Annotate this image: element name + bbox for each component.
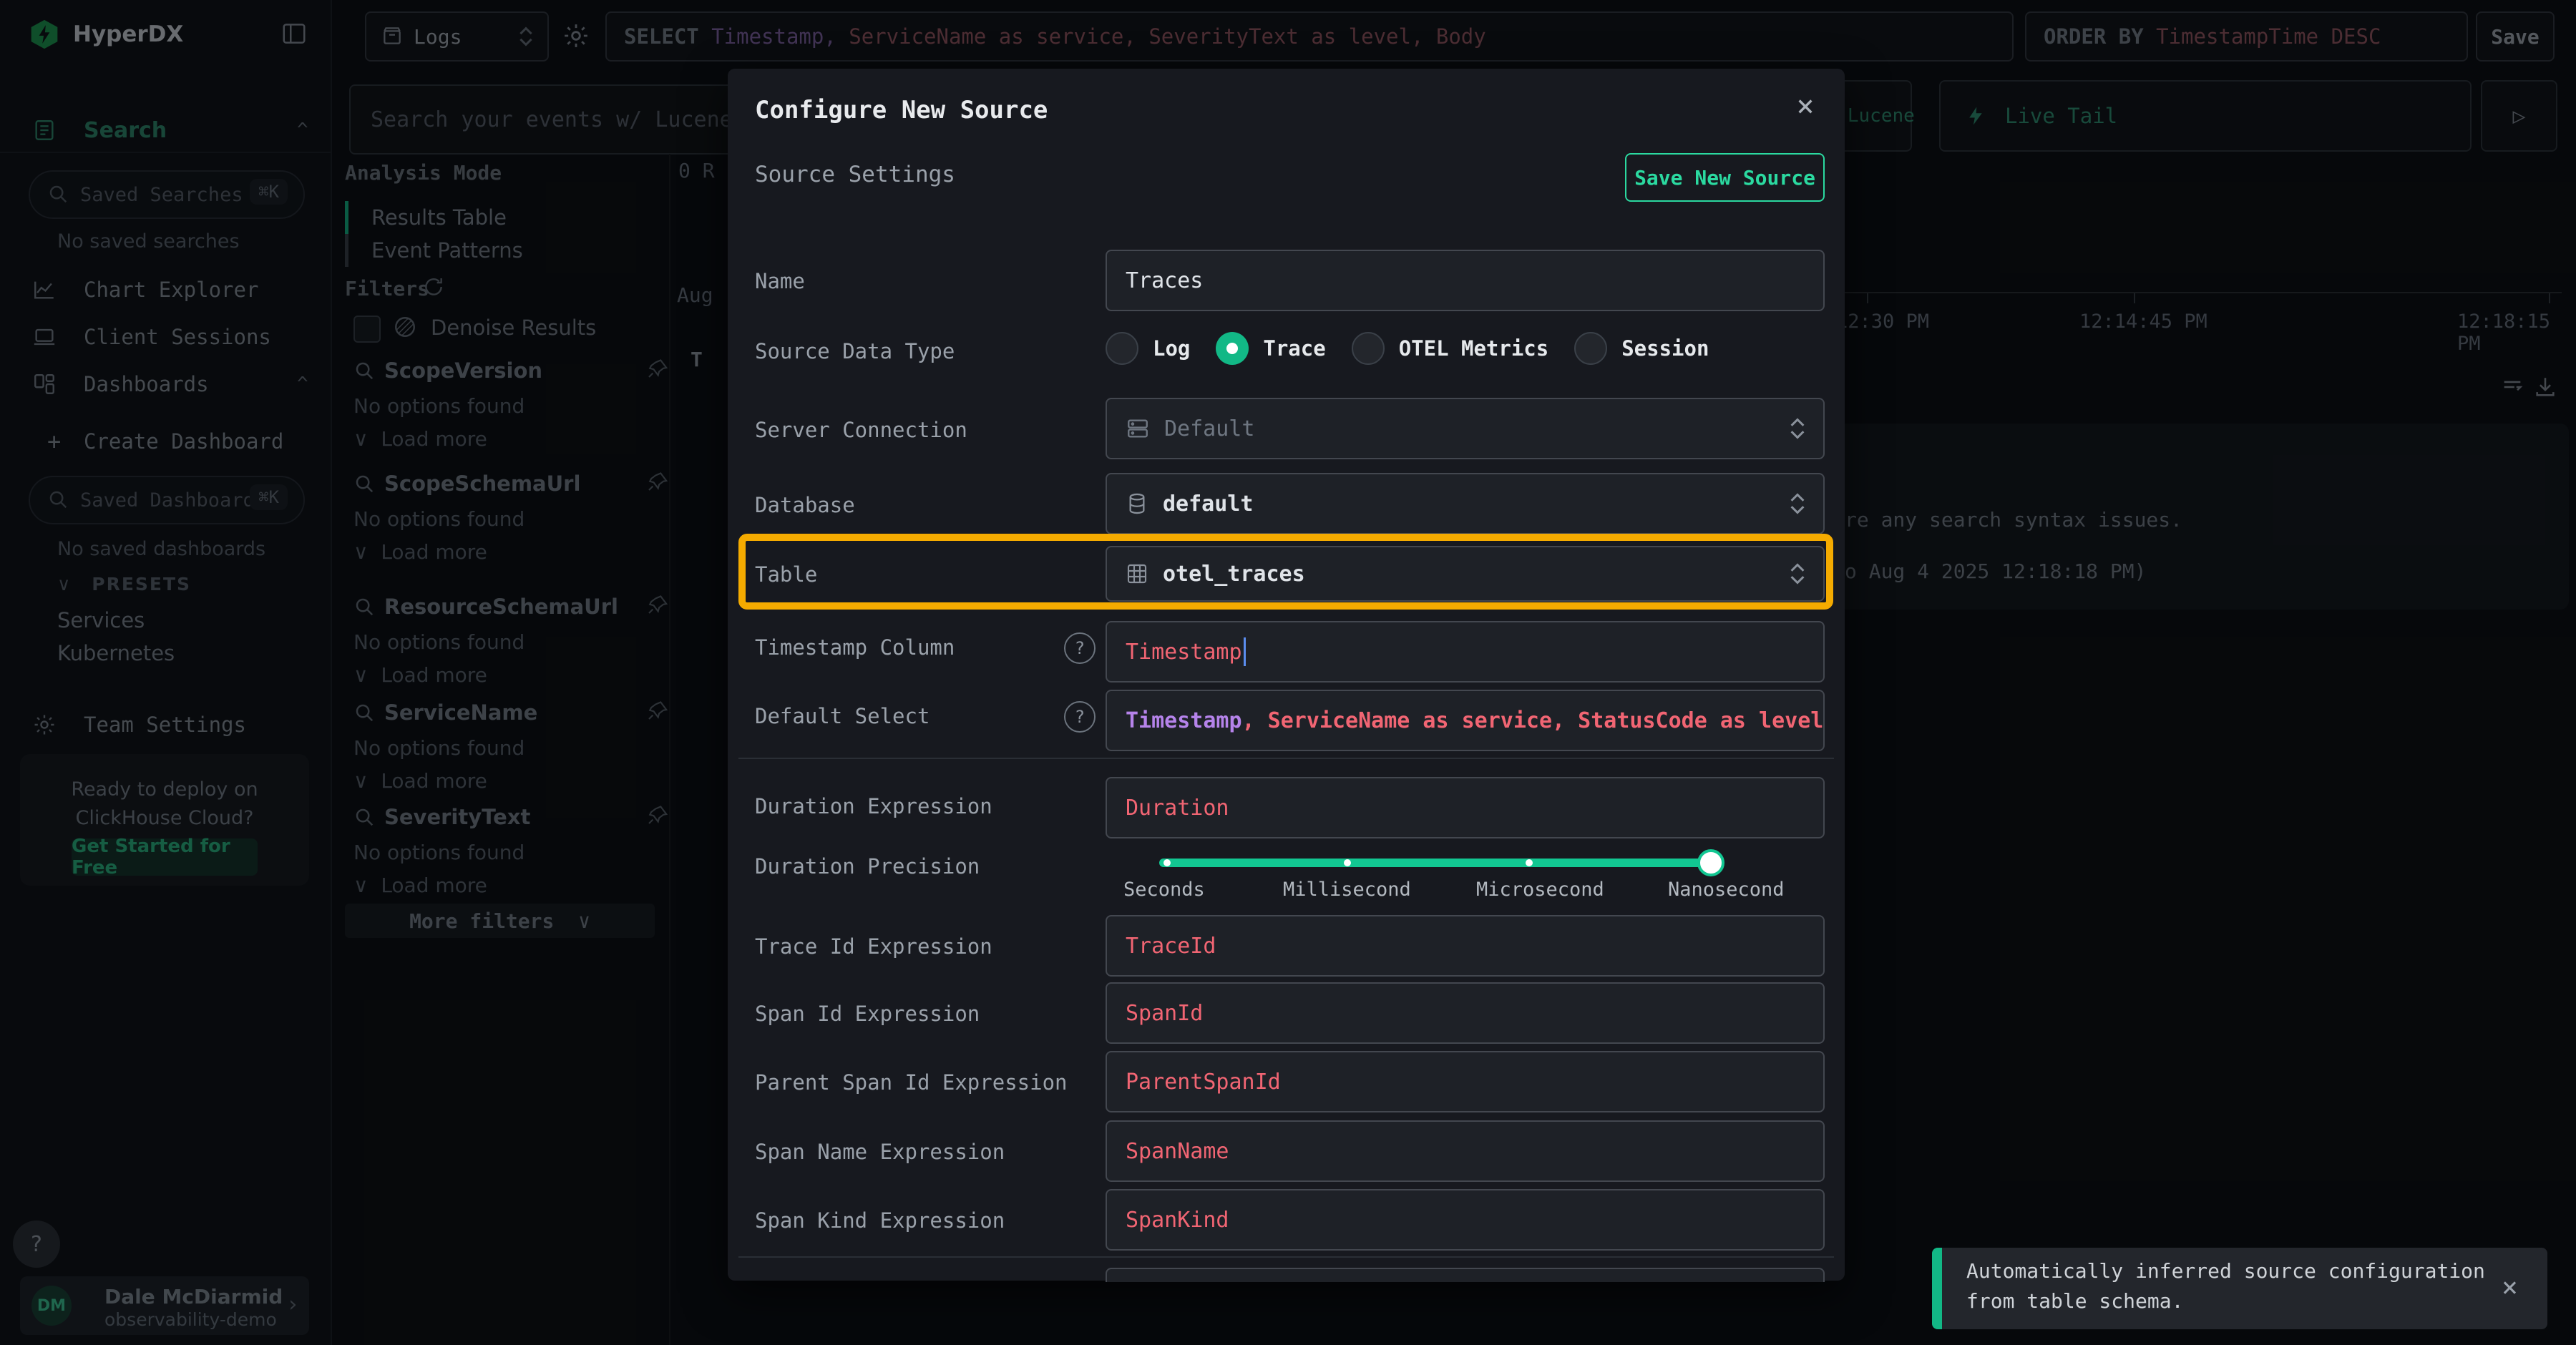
parent-span-id-input[interactable]: ParentSpanId [1106, 1051, 1825, 1112]
name-input[interactable]: Traces [1106, 250, 1825, 311]
database-icon [1126, 491, 1148, 516]
span-name-value: SpanName [1126, 1139, 1229, 1164]
server-connection-value: Default [1164, 416, 1254, 441]
timestamp-column-input[interactable]: Timestamp [1106, 621, 1825, 683]
span-name-label: Span Name Expression [755, 1140, 1005, 1164]
database-value: default [1163, 491, 1253, 517]
database-label: Database [755, 493, 855, 517]
select-chevrons-icon [1787, 559, 1807, 589]
server-connection-select[interactable]: Default [1106, 398, 1825, 459]
select-chevrons-icon [1787, 489, 1807, 519]
select-chevrons-icon [1787, 414, 1807, 444]
app-screen: HyperDX Search ^ Saved Searches ⌘K No sa… [0, 0, 2576, 1345]
slider-thumb[interactable] [1697, 849, 1724, 876]
clipped-next-input [1106, 1268, 1825, 1282]
radio-log[interactable] [1106, 332, 1138, 365]
toast-notification: Automatically inferred source configurat… [1932, 1248, 2547, 1329]
modal-title: Configure New Source [755, 96, 1048, 124]
slider-label-seconds[interactable]: Seconds [1123, 879, 1205, 901]
span-name-input[interactable]: SpanName [1106, 1120, 1825, 1182]
slider-label-microsecond[interactable]: Microsecond [1476, 879, 1604, 901]
table-label: Table [755, 562, 817, 587]
trace-id-label: Trace Id Expression [755, 934, 992, 959]
parent-span-id-label: Parent Span Id Expression [755, 1070, 1068, 1095]
slider-stop[interactable] [1163, 859, 1171, 866]
toast-line1: Automatically inferred source configurat… [1966, 1259, 2485, 1283]
slider-label-nanosecond[interactable]: Nanosecond [1668, 879, 1785, 901]
table-value: otel_traces [1163, 562, 1305, 587]
toast-accent-bar [1932, 1248, 1942, 1329]
span-id-label: Span Id Expression [755, 1002, 980, 1026]
save-new-source-button[interactable]: Save New Source [1625, 153, 1825, 202]
timestamp-column-value: Timestamp [1126, 640, 1242, 665]
span-kind-input[interactable]: SpanKind [1106, 1189, 1825, 1251]
text-cursor [1244, 637, 1246, 666]
trace-id-value: TraceId [1126, 934, 1216, 959]
server-connection-label: Server Connection [755, 418, 967, 442]
radio-session-label[interactable]: Session [1621, 336, 1709, 361]
section-title: Source Settings [755, 162, 955, 187]
database-select[interactable]: default [1106, 473, 1825, 534]
duration-precision-label: Duration Precision [755, 854, 980, 879]
help-circle-icon[interactable]: ? [1064, 701, 1096, 733]
modal-divider [738, 1256, 1834, 1258]
table-select[interactable]: otel_traces [1106, 546, 1825, 602]
span-kind-label: Span Kind Expression [755, 1208, 1005, 1233]
parent-span-id-value: ParentSpanId [1126, 1070, 1281, 1095]
radio-trace-label[interactable]: Trace [1263, 336, 1325, 361]
radio-trace[interactable] [1216, 332, 1249, 365]
precision-slider-track[interactable] [1159, 859, 1714, 867]
duration-expression-input[interactable]: Duration [1106, 777, 1825, 838]
duration-expression-label: Duration Expression [755, 794, 992, 818]
name-label: Name [755, 269, 805, 293]
default-select-seg2: , ServiceName as service, StatusCode as … [1242, 708, 1825, 733]
configure-source-modal: Configure New Source × Source Settings S… [728, 69, 1845, 1281]
close-icon[interactable]: × [2502, 1273, 2518, 1301]
toast-line2: from table schema. [1966, 1289, 2183, 1313]
table-grid-icon [1126, 562, 1148, 585]
duration-value: Duration [1126, 796, 1229, 821]
timestamp-column-label: Timestamp Column [755, 635, 955, 660]
source-type-radio-group: Log Trace OTEL Metrics Session [1106, 332, 1735, 365]
default-select-input[interactable]: Timestamp, ServiceName as service, Statu… [1106, 690, 1825, 751]
trace-id-input[interactable]: TraceId [1106, 915, 1825, 977]
name-value: Traces [1126, 268, 1203, 293]
radio-session[interactable] [1574, 332, 1607, 365]
help-circle-icon[interactable]: ? [1064, 632, 1096, 664]
slider-stop[interactable] [1526, 859, 1533, 866]
slider-stop[interactable] [1344, 859, 1351, 866]
radio-log-label[interactable]: Log [1153, 336, 1190, 361]
radio-otel-metrics[interactable] [1352, 332, 1385, 365]
slider-label-millisecond[interactable]: Millisecond [1283, 879, 1411, 901]
radio-otel-metrics-label[interactable]: OTEL Metrics [1399, 336, 1549, 361]
default-select-label: Default Select [755, 704, 930, 728]
close-icon[interactable]: × [1791, 93, 1820, 122]
span-id-input[interactable]: SpanId [1106, 982, 1825, 1044]
modal-divider [738, 758, 1834, 759]
server-icon [1126, 416, 1150, 441]
default-select-seg1: Timestamp [1126, 708, 1242, 733]
source-type-label: Source Data Type [755, 339, 955, 363]
span-id-value: SpanId [1126, 1001, 1203, 1026]
span-kind-value: SpanKind [1126, 1208, 1229, 1233]
